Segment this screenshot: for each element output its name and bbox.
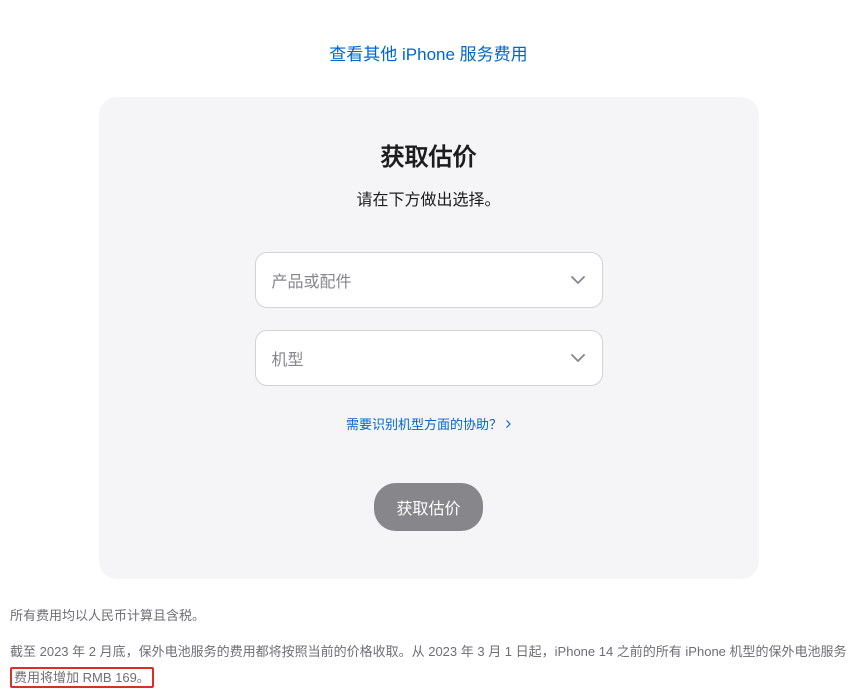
footer-text: 所有费用均以人民币计算且含税。 截至 2023 年 2 月底，保外电池服务的费用… <box>0 579 857 691</box>
card-subtitle: 请在下方做出选择。 <box>131 186 727 210</box>
help-link-text: 需要识别机型方面的协助？ <box>346 414 502 433</box>
model-select-placeholder: 机型 <box>272 346 304 370</box>
model-select[interactable]: 机型 <box>255 330 603 386</box>
model-select-wrapper: 机型 <box>255 330 603 386</box>
identify-model-help-link[interactable]: 需要识别机型方面的协助？ <box>346 414 511 433</box>
footer-price-notice: 截至 2023 年 2 月底，保外电池服务的费用都将按照当前的价格收取。从 20… <box>10 639 847 691</box>
chevron-right-icon <box>506 420 511 428</box>
footer-price-text: 截至 2023 年 2 月底，保外电池服务的费用都将按照当前的价格收取。从 20… <box>10 644 847 659</box>
product-select[interactable]: 产品或配件 <box>255 252 603 308</box>
footer-price-highlight: 费用将增加 RMB 169。 <box>10 667 154 688</box>
product-select-placeholder: 产品或配件 <box>272 268 352 292</box>
product-select-wrapper: 产品或配件 <box>255 252 603 308</box>
other-services-link[interactable]: 查看其他 iPhone 服务费用 <box>0 0 857 97</box>
get-estimate-button[interactable]: 获取估价 <box>374 483 482 531</box>
estimate-card: 获取估价 请在下方做出选择。 产品或配件 机型 需要识别机型方面的协助？ 获取估… <box>99 97 759 579</box>
footer-tax-note: 所有费用均以人民币计算且含税。 <box>10 603 847 629</box>
card-title: 获取估价 <box>131 137 727 172</box>
